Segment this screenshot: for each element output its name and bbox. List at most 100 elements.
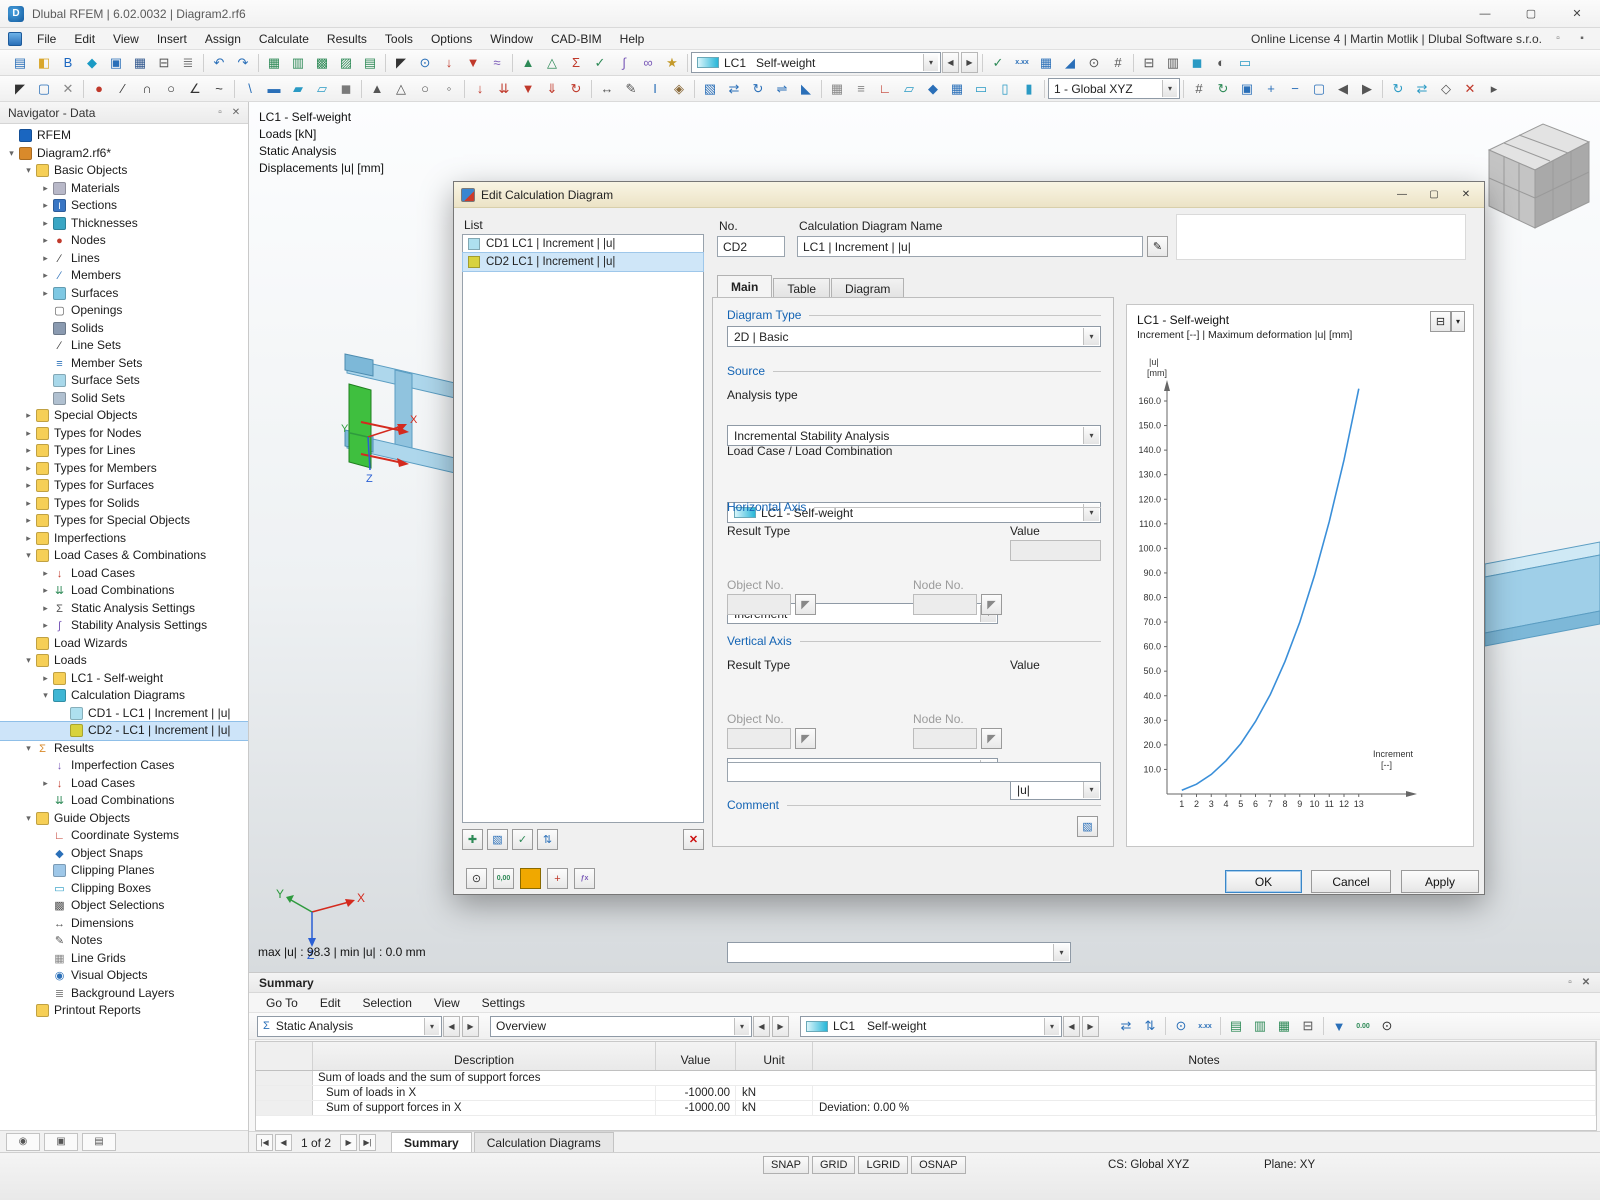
expand-icon[interactable]: ▸ bbox=[38, 565, 53, 582]
tree-item[interactable]: ▾Diagram2.rf6* bbox=[0, 145, 248, 163]
tree-item[interactable]: ≣Background Layers bbox=[0, 985, 248, 1003]
tree-item[interactable]: CD1 - LC1 | Increment | |u| bbox=[0, 705, 248, 723]
diagram-list-item[interactable]: CD1LC1 | Increment | |u| bbox=[463, 235, 703, 253]
v-node-picker-button[interactable]: ◤ bbox=[981, 728, 1002, 749]
summary-load-case-combo[interactable]: LC1 Self-weight ▾ bbox=[800, 1016, 1062, 1037]
next-analysis-button[interactable]: ▶ bbox=[462, 1016, 479, 1037]
summary-tab-calculation-diagrams[interactable]: Calculation Diagrams bbox=[474, 1132, 614, 1153]
menu-tools[interactable]: Tools bbox=[376, 28, 422, 49]
sync-selection-icon[interactable]: ⇄ bbox=[1115, 1015, 1137, 1037]
v-object-picker-button[interactable]: ◤ bbox=[795, 728, 816, 749]
last-page-button[interactable]: ▶| bbox=[359, 1134, 376, 1151]
dialog-maximize-button[interactable]: ▢ bbox=[1419, 185, 1449, 205]
tree-item[interactable]: ⇊Load Combinations bbox=[0, 792, 248, 810]
tree-item[interactable]: Solids bbox=[0, 320, 248, 338]
print-table-icon[interactable]: ⊟ bbox=[1297, 1015, 1319, 1037]
hinge-icon[interactable]: ○ bbox=[414, 78, 436, 100]
collapse-icon[interactable]: ▾ bbox=[21, 740, 36, 757]
previous-page-button[interactable]: ◀ bbox=[275, 1134, 292, 1151]
beam-tool-icon[interactable]: ▬ bbox=[263, 78, 285, 100]
redo-icon[interactable]: ↷ bbox=[232, 52, 254, 74]
calculation-check-icon[interactable]: ✓ bbox=[589, 52, 611, 74]
next-load-case-button[interactable]: ▶ bbox=[961, 52, 978, 73]
summary-tab-summary[interactable]: Summary bbox=[391, 1132, 472, 1153]
summary-menu-settings[interactable]: Settings bbox=[471, 993, 536, 1012]
load-case-combo[interactable]: LC1 Self-weight ▾ bbox=[691, 52, 941, 73]
plane-yz-icon[interactable]: ▮ bbox=[1018, 78, 1040, 100]
tree-item[interactable]: ▸Types for Members bbox=[0, 460, 248, 478]
minimize-button[interactable]: — bbox=[1462, 0, 1508, 27]
ok-button[interactable]: OK bbox=[1225, 870, 1302, 893]
new-diagram-button[interactable]: ✚ bbox=[462, 829, 483, 850]
expand-icon[interactable]: ▸ bbox=[38, 180, 53, 197]
opening-tool-icon[interactable]: ▱ bbox=[311, 78, 333, 100]
dialog-close-button[interactable]: ✕ bbox=[1451, 185, 1481, 205]
next-page-button[interactable]: ▶ bbox=[340, 1134, 357, 1151]
print-chart-button[interactable]: ⊟ bbox=[1430, 311, 1451, 332]
print-graphic-icon[interactable]: ⊟ bbox=[153, 52, 175, 74]
note-icon[interactable]: ✎ bbox=[620, 78, 642, 100]
tree-item[interactable]: ▸↓Load Cases bbox=[0, 775, 248, 793]
deselect-icon[interactable]: ✕ bbox=[57, 78, 79, 100]
osnap-toggle[interactable]: OSNAP bbox=[911, 1156, 966, 1174]
float-panel-icon[interactable]: ▫ bbox=[1550, 31, 1566, 47]
table-layout-icon[interactable]: ▥ bbox=[287, 52, 309, 74]
renumber-icon[interactable]: # bbox=[1188, 78, 1210, 100]
menu-window[interactable]: Window bbox=[481, 28, 542, 49]
summary-row[interactable]: Sum of support forces in X-1000.00kNDevi… bbox=[256, 1101, 1596, 1116]
calculate-all-icon[interactable]: Σ bbox=[565, 52, 587, 74]
tree-item[interactable]: ▸ΣStatic Analysis Settings bbox=[0, 600, 248, 618]
next-view-icon[interactable]: ▶ bbox=[1356, 78, 1378, 100]
table-goto-icon[interactable]: ▦ bbox=[263, 52, 285, 74]
tree-item[interactable]: ◆Object Snaps bbox=[0, 845, 248, 863]
grid-toggle[interactable]: GRID bbox=[812, 1156, 856, 1174]
tree-item[interactable]: ▸Special Objects bbox=[0, 407, 248, 425]
mesh-icon[interactable]: ▲ bbox=[517, 52, 539, 74]
tree-item[interactable]: ▸Materials bbox=[0, 180, 248, 198]
imperfection-icon[interactable]: ≈ bbox=[486, 52, 508, 74]
dialog-tab-diagram[interactable]: Diagram bbox=[831, 278, 904, 298]
zoom-in-icon[interactable]: + bbox=[1260, 78, 1282, 100]
tree-item[interactable]: ▸ISections bbox=[0, 197, 248, 215]
zoom-window-icon[interactable]: ▣ bbox=[1236, 78, 1258, 100]
menu-cad-bim[interactable]: CAD-BIM bbox=[542, 28, 611, 49]
model-explorer-icon[interactable]: ◆ bbox=[81, 52, 103, 74]
chevron-down-icon[interactable]: ▾ bbox=[734, 1018, 749, 1035]
next-table-button[interactable]: ▶ bbox=[772, 1016, 789, 1037]
snap-settings-icon[interactable]: ◆ bbox=[922, 78, 944, 100]
summary-menu-selection[interactable]: Selection bbox=[352, 993, 423, 1012]
tree-item[interactable]: ▸Types for Surfaces bbox=[0, 477, 248, 495]
tree-item[interactable]: ▸Types for Solids bbox=[0, 495, 248, 513]
next-lc-button[interactable]: ▶ bbox=[1082, 1016, 1099, 1037]
summary-table[interactable]: DescriptionValueUnitNotesSum of loads an… bbox=[255, 1041, 1597, 1131]
tree-item[interactable]: ▸∕Lines bbox=[0, 250, 248, 268]
dialog-minimize-button[interactable]: — bbox=[1387, 185, 1417, 205]
arc-tool-icon[interactable]: ∩ bbox=[136, 78, 158, 100]
free-load-icon[interactable]: ⇓ bbox=[541, 78, 563, 100]
expand-icon[interactable]: ▸ bbox=[38, 670, 53, 687]
grid-toggle-icon[interactable]: ▦ bbox=[946, 78, 968, 100]
new-model-icon[interactable]: ▤ bbox=[9, 52, 31, 74]
number-field[interactable]: CD2 bbox=[717, 236, 785, 257]
color-swatch-button[interactable] bbox=[520, 868, 541, 889]
tree-item[interactable]: ▾Loads bbox=[0, 652, 248, 670]
tree-item[interactable]: ▾ΣResults bbox=[0, 740, 248, 758]
first-page-button[interactable]: |◀ bbox=[256, 1134, 273, 1151]
support-icon[interactable]: ▲ bbox=[366, 78, 388, 100]
analysis-type-select[interactable]: Incremental Stability Analysis▾ bbox=[727, 425, 1101, 446]
dlubal-account-icon[interactable]: B bbox=[57, 52, 79, 74]
chevron-down-icon[interactable]: ▾ bbox=[1162, 80, 1177, 97]
copy-diagram-button[interactable]: ▧ bbox=[487, 829, 508, 850]
load-icon[interactable]: ↓ bbox=[438, 52, 460, 74]
summary-menu-view[interactable]: View bbox=[423, 993, 471, 1012]
open-model-icon[interactable]: ◧ bbox=[33, 52, 55, 74]
diagram-type-select[interactable]: 2D | Basic▾ bbox=[727, 326, 1101, 347]
tree-item[interactable]: RFEM bbox=[0, 127, 248, 145]
filter-icon[interactable]: ▼ bbox=[1328, 1015, 1350, 1037]
h-object-picker-button[interactable]: ◤ bbox=[795, 594, 816, 615]
expand-icon[interactable]: ▸ bbox=[38, 215, 53, 232]
float-navigator-icon[interactable]: ▫ bbox=[212, 105, 228, 121]
tree-item[interactable]: ∕Line Sets bbox=[0, 337, 248, 355]
previous-analysis-button[interactable]: ◀ bbox=[443, 1016, 460, 1037]
expand-icon[interactable]: ▸ bbox=[21, 530, 36, 547]
